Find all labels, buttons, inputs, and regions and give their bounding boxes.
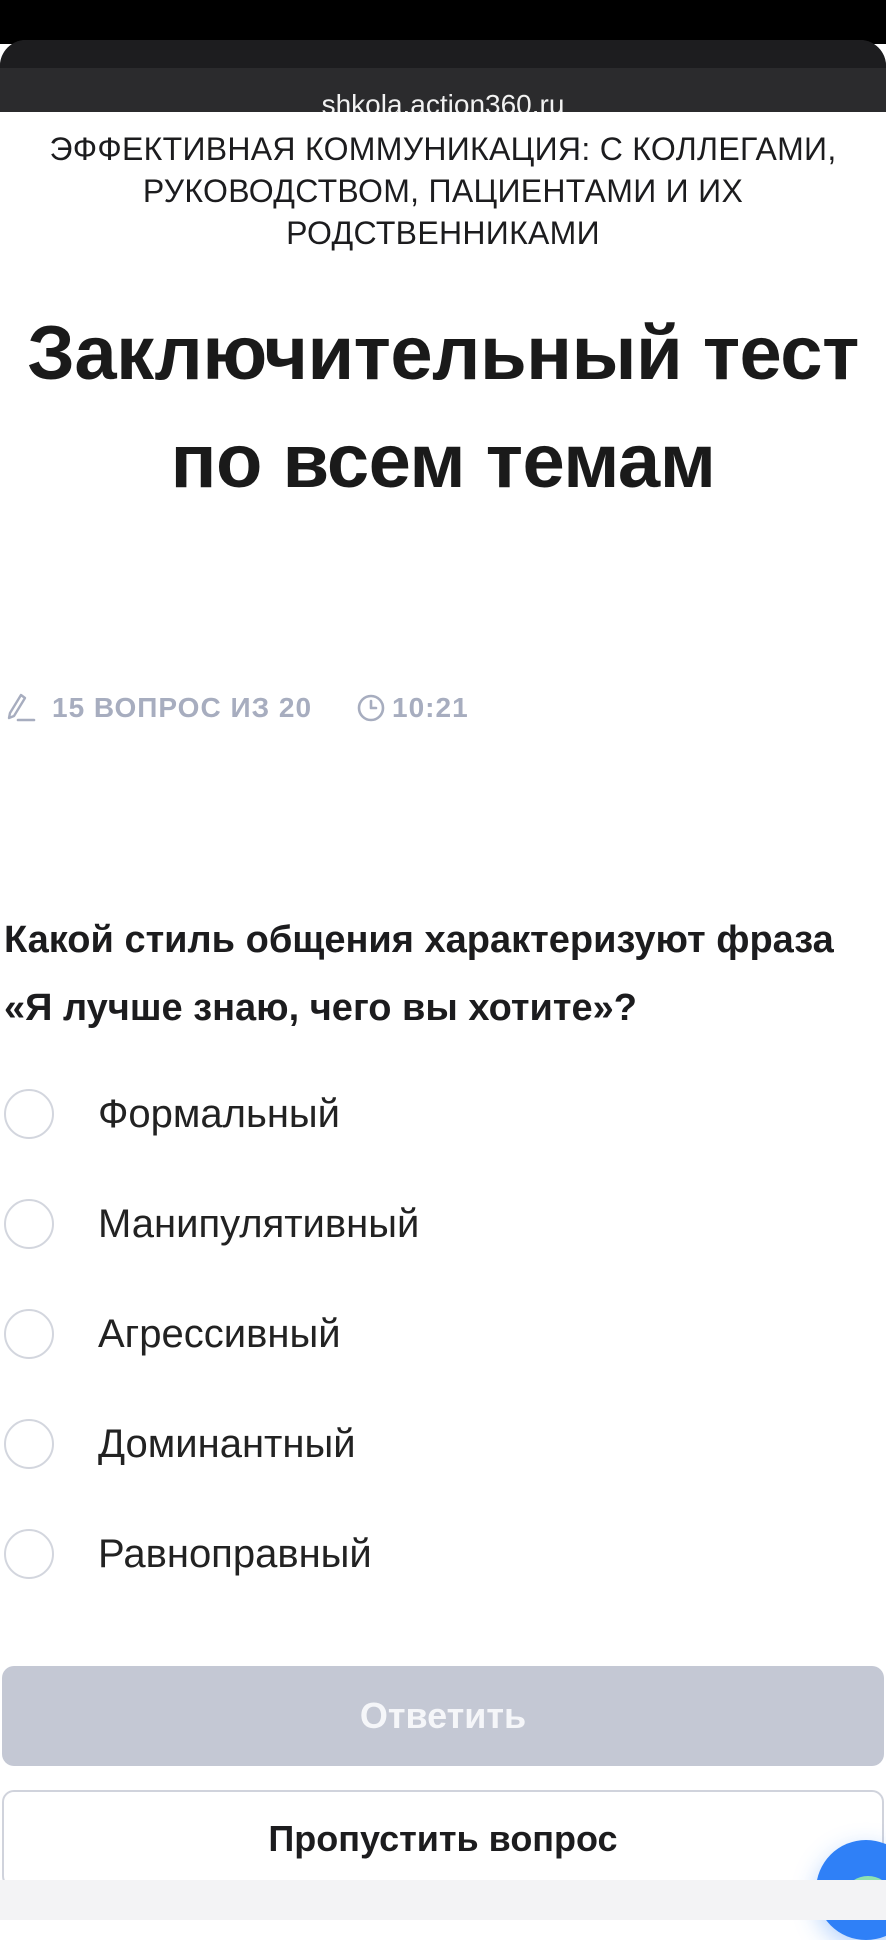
answer-option[interactable]: Равноправный — [0, 1524, 700, 1584]
answer-option[interactable]: Формальный — [0, 1084, 700, 1144]
option-label: Равноправный — [98, 1531, 372, 1576]
radio-button[interactable] — [4, 1199, 54, 1249]
radio-button[interactable] — [4, 1529, 54, 1579]
course-title: ЭФФЕКТИВНАЯ КОММУНИКАЦИЯ: С КОЛЛЕГАМИ, Р… — [49, 131, 837, 251]
pencil-icon — [7, 693, 36, 722]
radio-button[interactable] — [4, 1089, 54, 1139]
quiz-progress-row: 15 ВОПРОС ИЗ 20 10:21 — [6, 688, 469, 728]
page-title: Заключительный тест по всем темам — [27, 311, 859, 504]
bottom-bar — [0, 1880, 886, 1920]
answer-button[interactable]: Ответить — [2, 1666, 884, 1766]
answer-option[interactable]: Агрессивный — [0, 1304, 700, 1364]
clock-icon — [357, 694, 385, 722]
answer-option[interactable]: Манипулятивный — [0, 1194, 700, 1254]
quiz-page: ЭФФЕКТИВНАЯ КОММУНИКАЦИЯ: С КОЛЛЕГАМИ, Р… — [0, 112, 886, 1940]
radio-button[interactable] — [4, 1309, 54, 1359]
option-label: Формальный — [98, 1091, 341, 1136]
option-label: Манипулятивный — [98, 1201, 420, 1246]
timer-value: 10:21 — [392, 692, 469, 723]
radio-button[interactable] — [4, 1419, 54, 1469]
skip-question-button[interactable]: Пропустить вопрос — [2, 1790, 884, 1888]
answer-option[interactable]: Доминантный — [0, 1414, 700, 1474]
question-counter: 15 ВОПРОС ИЗ 20 — [52, 692, 313, 723]
status-bar — [0, 0, 886, 44]
browser-bar-shade — [0, 40, 886, 68]
option-label: Агрессивный — [98, 1311, 341, 1356]
option-label: Доминантный — [98, 1421, 356, 1466]
browser-address-bar[interactable]: shkola.action360.ru — [0, 40, 886, 118]
question-text: Какой стиль общения характеризуют фраза … — [4, 919, 834, 1029]
